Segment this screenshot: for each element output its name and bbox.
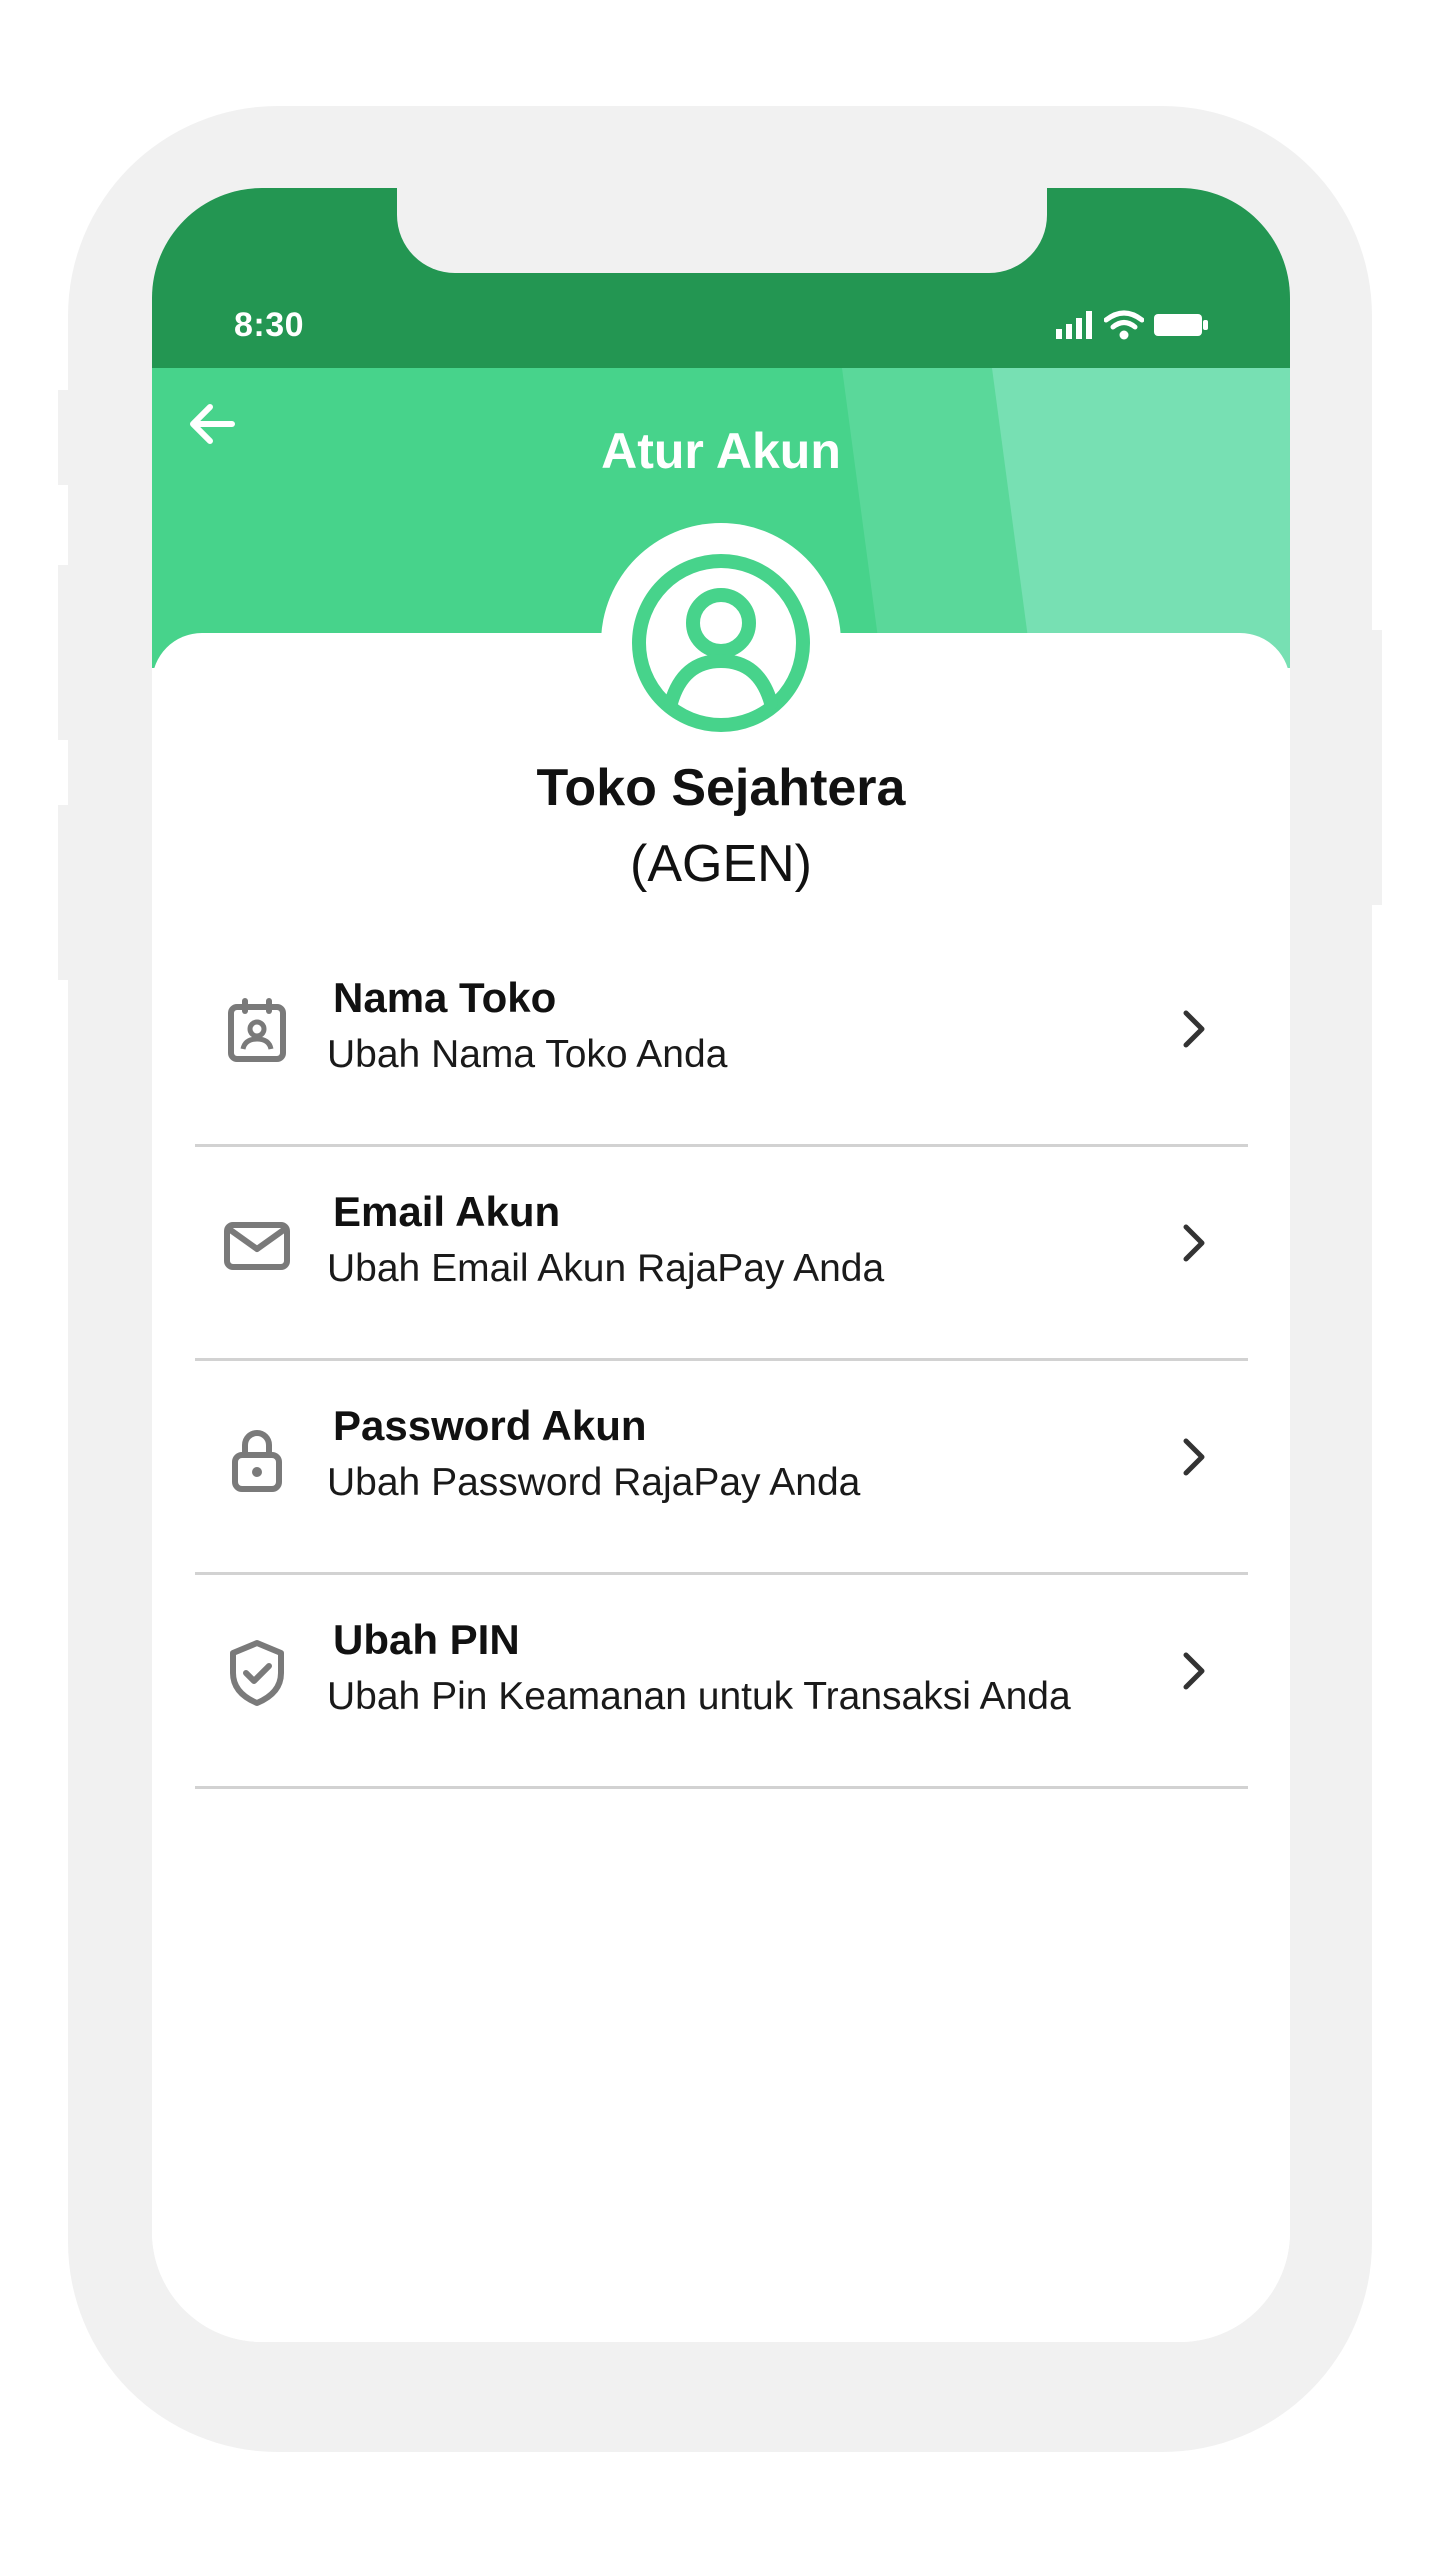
page-title: Atur Akun [601,423,841,479]
store-badge-icon [228,998,286,1062]
user-circle-icon [632,554,810,732]
menu-item-subtitle: Ubah Password RajaPay Anda [327,1461,861,1504]
chevron-right-icon [1183,1438,1205,1476]
canvas: 8:30 Atur Akun Toko Sejahtera (AGEN) Nam… [0,0,1443,2560]
menu-item-subtitle: Ubah Pin Keamanan untuk Transaksi Anda [327,1675,1071,1718]
menu-item-title: Nama Toko [333,974,557,1021]
menu-item-email-akun[interactable]: Email Akun Ubah Email Akun RajaPay Anda [195,1147,1248,1361]
menu-item-ubah-pin[interactable]: Ubah PIN Ubah Pin Keamanan untuk Transak… [195,1575,1248,1789]
menu-item-subtitle: Ubah Nama Toko Anda [327,1033,728,1076]
lock-icon [232,1430,282,1492]
wifi-icon [1104,310,1144,340]
menu-item-title: Email Akun [333,1188,561,1235]
menu-item-title: Ubah PIN [333,1616,520,1663]
menu-item-title: Password Akun [333,1402,647,1449]
status-icons [1056,310,1208,340]
settings-menu: Nama Toko Ubah Nama Toko Anda Email Akun… [195,933,1248,1789]
menu-item-subtitle: Ubah Email Akun RajaPay Anda [327,1247,885,1290]
battery-icon [1154,314,1208,336]
status-time: 8:30 [234,306,305,344]
menu-item-nama-toko[interactable]: Nama Toko Ubah Nama Toko Anda [195,933,1248,1147]
phone-screen: 8:30 Atur Akun Toko Sejahtera (AGEN) Nam… [152,188,1290,2342]
header-decoration [992,368,1290,668]
chevron-right-icon [1183,1224,1205,1262]
profile-name: Toko Sejahtera [536,759,906,817]
profile-role: (AGEN) [630,835,812,893]
chevron-right-icon [1183,1652,1205,1690]
status-bar: 8:30 [152,188,1290,368]
menu-item-password-akun[interactable]: Password Akun Ubah Password RajaPay Anda [195,1361,1248,1575]
mail-icon [224,1222,290,1270]
shield-check-icon [230,1640,284,1706]
chevron-right-icon [1183,1010,1205,1048]
signal-icon [1056,311,1092,339]
avatar-container [601,523,841,763]
phone-notch [397,188,1047,273]
